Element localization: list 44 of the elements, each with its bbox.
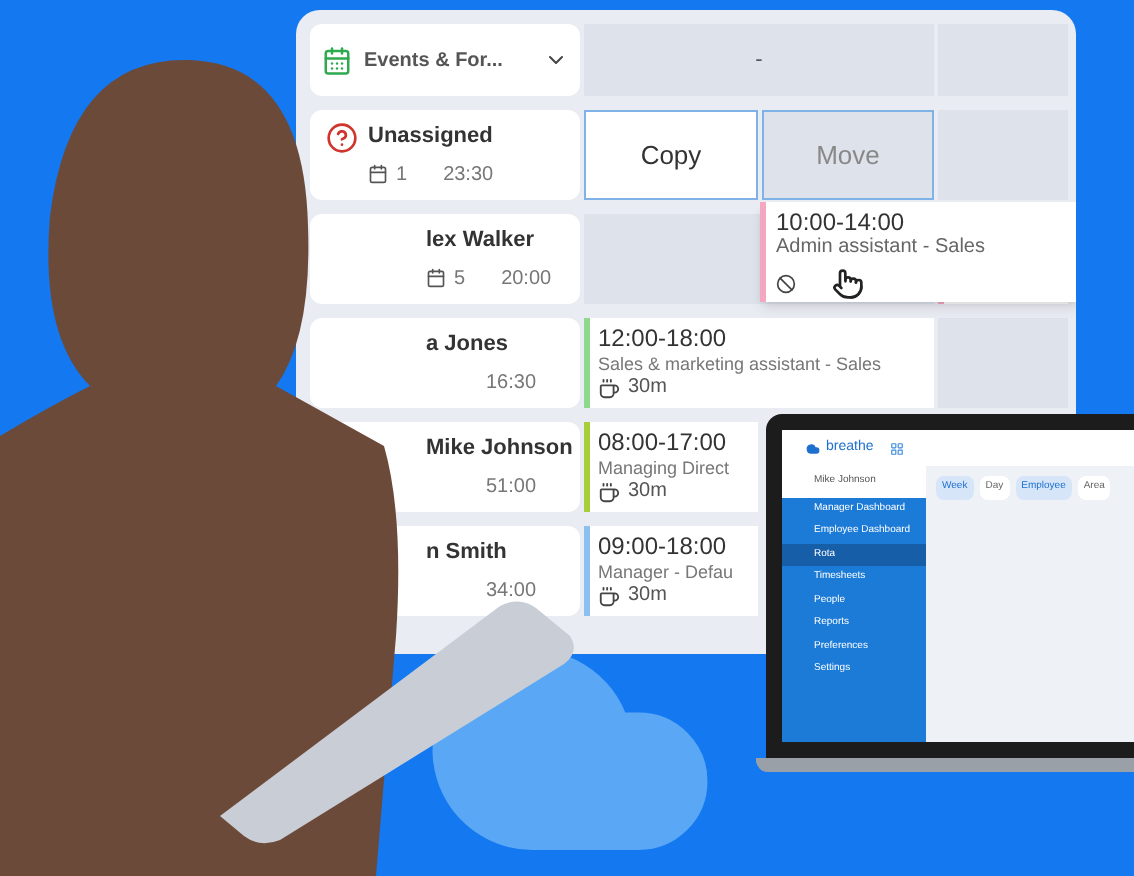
- shift-role: Sales & marketing assistant - Sales: [598, 352, 884, 376]
- employee-name: a Jones: [426, 330, 508, 361]
- employee-name: n Smith: [426, 538, 507, 569]
- coffee-icon: [598, 585, 620, 607]
- shift-role: Admin assistant - Sales: [776, 236, 987, 260]
- calendar-icon: [426, 268, 446, 289]
- dragged-shift-card[interactable]: 10:00-14:00 Admin assistant - Sales: [760, 202, 1076, 302]
- shift-card[interactable]: 09:00-18:00 Manager - Defau 30m: [584, 526, 758, 616]
- question-icon: [326, 121, 358, 153]
- calendar-icon: [368, 164, 388, 185]
- shift-card[interactable]: 08:00-17:00 Managing Direct 30m: [584, 422, 758, 512]
- break-length: 30m: [628, 584, 667, 608]
- shift-card[interactable]: 12:00-18:00 Sales & marketing assistant - Sales 30m: [584, 318, 934, 408]
- hours-total: 23:30: [443, 161, 494, 190]
- date-header-cell: -: [584, 24, 934, 96]
- shift-role: Manager - Defau: [598, 560, 736, 584]
- hours-total: 16:30: [486, 369, 537, 398]
- break-length: 30m: [628, 480, 667, 504]
- hours-total: 51:00: [486, 473, 537, 502]
- shift-count: 1: [396, 161, 408, 190]
- shift-time: 08:00-17:00: [598, 430, 729, 456]
- shift-time: 12:00-18:00: [598, 326, 729, 352]
- events-filter-dropdown[interactable]: Events & For...: [310, 24, 580, 96]
- hand-cursor-icon: [832, 268, 864, 300]
- shift-time: 09:00-18:00: [598, 534, 729, 560]
- calendar-icon: [322, 45, 352, 75]
- no-break-icon: [776, 274, 796, 294]
- hours-total: 34:00: [486, 577, 537, 606]
- employee-name: Mike Johnson: [426, 434, 573, 465]
- shift-count: 5: [454, 265, 466, 294]
- shift-role: Managing Direct: [598, 456, 732, 480]
- shift-time: 10:00-14:00: [776, 208, 907, 236]
- hours-total: 20:00: [501, 265, 552, 294]
- empty-cell: [938, 110, 1068, 200]
- coffee-icon: [598, 481, 620, 503]
- drop-action-button[interactable]: Move: [762, 110, 934, 200]
- drop-action-button[interactable]: Copy: [584, 110, 758, 200]
- coffee-icon: [598, 377, 620, 399]
- date-header-cell: [938, 24, 1068, 96]
- employee-name: lex Walker: [426, 226, 535, 257]
- break-length: 30m: [628, 376, 667, 400]
- employee-name: Unassigned: [368, 122, 493, 153]
- logo-icon: [806, 441, 820, 455]
- grid-icon: [889, 441, 904, 455]
